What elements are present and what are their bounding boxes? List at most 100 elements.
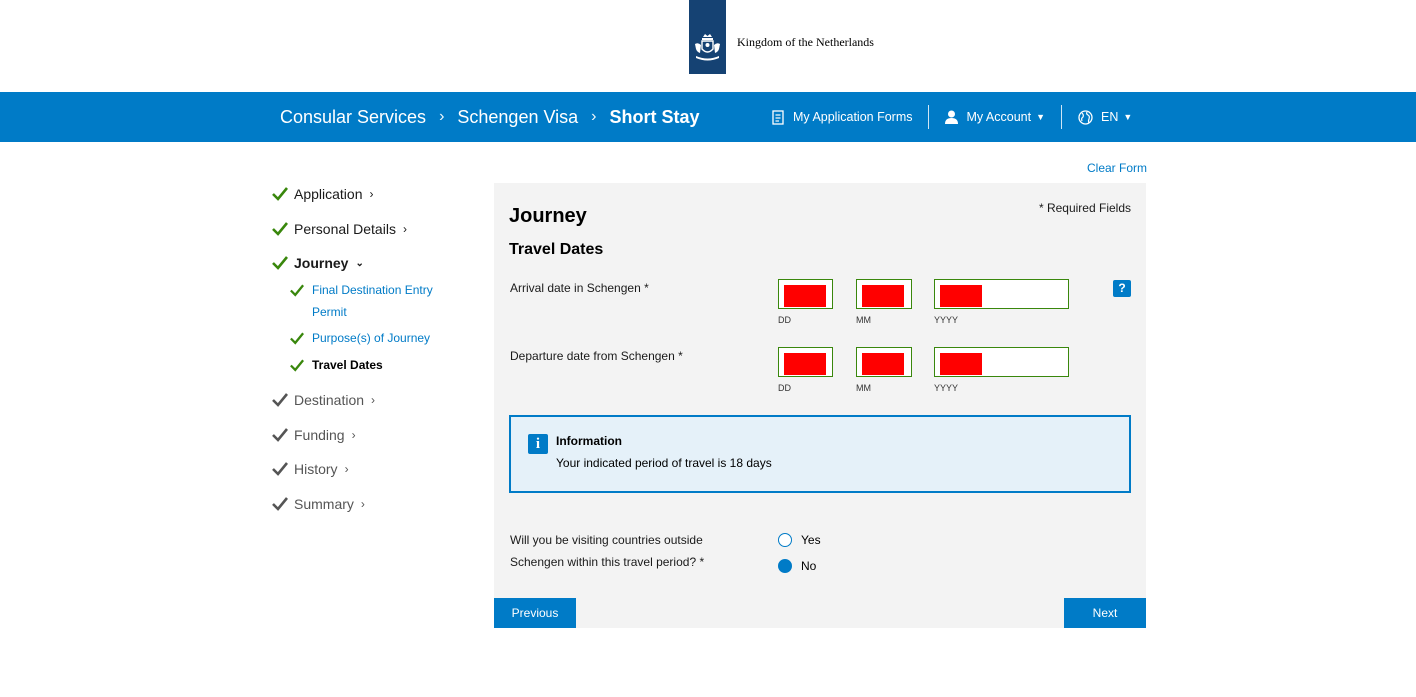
my-account-label: My Account (966, 110, 1032, 124)
check-icon (290, 359, 304, 372)
check-icon (272, 462, 288, 476)
nav-divider (1061, 105, 1063, 129)
clear-form-link[interactable]: Clear Form (1087, 161, 1147, 175)
check-icon (290, 332, 304, 345)
check-icon (272, 222, 288, 236)
redacted-value (940, 285, 982, 307)
substep-purpose[interactable]: Purpose(s) of Journey (290, 327, 430, 349)
info-icon: i (528, 434, 548, 454)
redacted-value (940, 353, 982, 375)
month-hint: MM (856, 383, 871, 393)
breadcrumb-consular-services[interactable]: Consular Services (280, 107, 426, 128)
language-selector[interactable]: EN ▼ (1078, 109, 1133, 125)
globe-icon (1078, 109, 1093, 125)
check-icon (272, 393, 288, 407)
caret-down-icon: ▼ (1036, 112, 1046, 122)
arrival-month-input[interactable] (856, 279, 912, 309)
breadcrumb-schengen-visa[interactable]: Schengen Visa (457, 107, 578, 128)
chevron-right-icon: › (351, 428, 356, 442)
chevron-down-icon: ⌄ (355, 257, 364, 269)
chevron-right-icon: › (402, 222, 407, 236)
substep-label: Purpose(s) of Journey (312, 331, 431, 345)
my-application-forms-label: My Application Forms (793, 110, 913, 124)
month-hint: MM (856, 315, 871, 325)
outside-schengen-question: Will you be visiting countries outside S… (510, 529, 704, 573)
info-title: Information (556, 434, 622, 448)
caret-down-icon: ▼ (1123, 112, 1133, 122)
check-icon (290, 284, 304, 297)
day-hint: DD (778, 315, 791, 325)
sidebar-step-summary[interactable]: Summary › (272, 496, 365, 512)
radio-yes-circle[interactable] (778, 533, 792, 547)
radio-yes[interactable]: Yes (778, 533, 821, 547)
arrival-date-label: Arrival date in Schengen * (510, 281, 649, 295)
step-label: Personal Details (294, 221, 396, 237)
my-account-dropdown[interactable]: My Account ▼ (945, 110, 1045, 124)
step-label: Application (294, 186, 363, 202)
year-hint: YYYY (934, 315, 959, 325)
step-label: Journey (294, 255, 349, 271)
chevron-right-icon: › (344, 462, 349, 476)
departure-month-input[interactable] (856, 347, 912, 377)
substep-label: Travel Dates (312, 358, 383, 372)
next-button[interactable]: Next (1064, 598, 1146, 628)
check-icon (272, 256, 288, 270)
sidebar-step-destination[interactable]: Destination › (272, 392, 375, 408)
sidebar-step-personal-details[interactable]: Personal Details › (272, 221, 407, 237)
help-icon[interactable]: ? (1113, 280, 1131, 297)
departure-year-input[interactable] (934, 347, 1069, 377)
chevron-right-icon: › (591, 108, 597, 125)
step-label: Summary (294, 496, 354, 512)
redacted-value (862, 285, 904, 307)
required-fields-note: * Required Fields (1038, 201, 1131, 215)
chevron-right-icon: › (369, 187, 374, 201)
substep-label-line1: Final Destination Entry (312, 283, 433, 297)
previous-button[interactable]: Previous (494, 598, 576, 628)
step-label: Funding (294, 427, 345, 443)
year-hint: YYYY (934, 383, 959, 393)
question-line1: Will you be visiting countries outside (510, 533, 703, 547)
redacted-value (862, 353, 904, 375)
my-application-forms-link[interactable]: My Application Forms (772, 109, 913, 125)
org-name: Kingdom of the Netherlands (737, 35, 874, 49)
sidebar-step-journey[interactable]: Journey ⌄ (272, 255, 364, 271)
departure-day-input[interactable] (778, 347, 833, 377)
nav-divider (928, 105, 930, 129)
redacted-value (784, 353, 826, 375)
radio-no[interactable]: No (778, 559, 816, 573)
info-box: i Information Your indicated period of t… (509, 415, 1131, 493)
radio-no-circle[interactable] (778, 559, 792, 573)
substep-final-destination[interactable]: Final Destination Entry Permit (290, 279, 433, 323)
language-label: EN (1101, 110, 1119, 124)
arrival-year-input[interactable] (934, 279, 1069, 309)
document-icon (772, 109, 784, 125)
radio-no-label: No (801, 559, 817, 573)
question-line2: Schengen within this travel period? * (510, 555, 705, 569)
check-icon (272, 428, 288, 442)
breadcrumb-short-stay: Short Stay (609, 106, 700, 127)
check-icon (272, 497, 288, 511)
substep-travel-dates: Travel Dates (290, 354, 383, 376)
departure-date-label: Departure date from Schengen * (510, 349, 683, 363)
sidebar-step-funding[interactable]: Funding › (272, 427, 356, 443)
substep-label: Final Destination Entry Permit (312, 279, 433, 323)
step-label: Destination (294, 392, 365, 408)
crest-icon (695, 34, 720, 61)
chevron-right-icon: › (439, 108, 445, 125)
user-icon (945, 110, 959, 124)
chevron-right-icon: › (360, 497, 365, 511)
sidebar-step-history[interactable]: History › (272, 461, 349, 477)
substep-label-line2: Permit (312, 305, 347, 319)
arrival-day-input[interactable] (778, 279, 833, 309)
check-icon (272, 187, 288, 201)
page-title: Journey (509, 205, 587, 227)
section-title: Travel Dates (509, 241, 604, 258)
radio-yes-label: Yes (801, 533, 821, 547)
journey-form-panel: Journey * Required Fields Travel Dates A… (494, 183, 1146, 628)
account-nav: My Application Forms My Account ▼ EN ▼ (772, 92, 1132, 142)
sidebar-step-application[interactable]: Application › (272, 186, 374, 202)
day-hint: DD (778, 383, 791, 393)
coat-of-arms-logo (689, 0, 726, 74)
chevron-right-icon: › (371, 393, 376, 407)
breadcrumb: Consular Services › Schengen Visa › Shor… (280, 92, 700, 142)
